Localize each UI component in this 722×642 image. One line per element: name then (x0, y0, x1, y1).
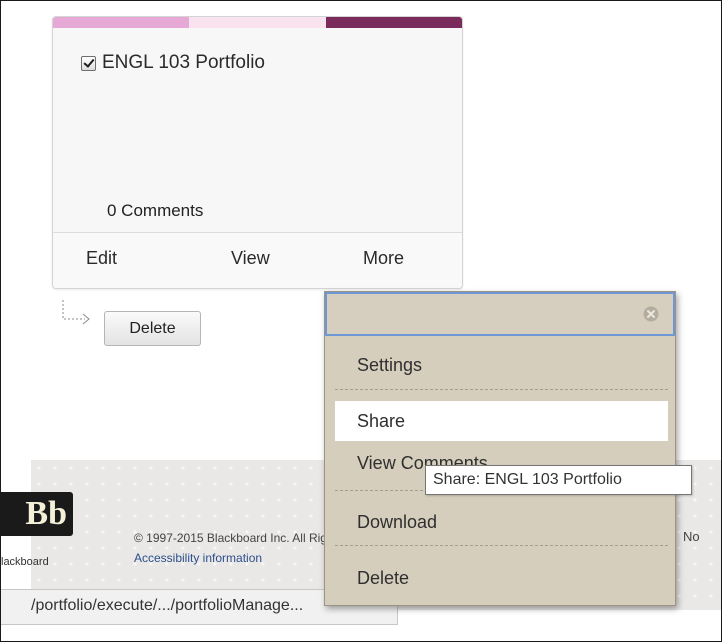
menu-separator (335, 389, 668, 390)
close-icon[interactable] (643, 306, 659, 322)
menu-item-download[interactable]: Download (335, 502, 668, 542)
footer-right-text: No (683, 529, 700, 544)
portfolio-title: ENGL 103 Portfolio (102, 52, 265, 73)
more-link[interactable]: More (363, 248, 404, 269)
edit-link[interactable]: Edit (86, 248, 117, 269)
card-actions: Edit View More (53, 232, 462, 288)
portfolio-card: ENGL 103 Portfolio 0 Comments Edit View … (52, 16, 463, 289)
menu-item-share[interactable]: Share (335, 401, 668, 441)
accessibility-link[interactable]: Accessibility information (134, 551, 262, 565)
portfolio-checkbox[interactable] (81, 55, 96, 71)
view-link[interactable]: View (231, 248, 270, 269)
delete-button[interactable]: Delete (104, 311, 201, 346)
page-frame: ENGL 103 Portfolio 0 Comments Edit View … (0, 0, 722, 642)
color-stripe (53, 17, 462, 28)
portfolio-title-row: ENGL 103 Portfolio (81, 52, 265, 74)
child-arrow-icon (62, 300, 90, 325)
blackboard-logo: Bb (1, 492, 73, 536)
menu-separator (335, 545, 668, 546)
menu-header (325, 292, 675, 336)
menu-item-delete[interactable]: Delete (335, 558, 668, 598)
blackboard-logo-label: lackboard (1, 556, 49, 568)
stripe-light-pink (189, 17, 326, 28)
stripe-pink (53, 17, 190, 28)
comments-count[interactable]: 0 Comments (107, 201, 203, 221)
share-tooltip: Share: ENGL 103 Portfolio (425, 465, 692, 495)
more-dropdown-menu: Settings Share View Comments Download De… (324, 291, 676, 606)
status-url: /portfolio/execute/.../portfolioManage..… (31, 597, 304, 614)
stripe-plum (325, 17, 462, 28)
menu-item-settings[interactable]: Settings (335, 345, 668, 385)
